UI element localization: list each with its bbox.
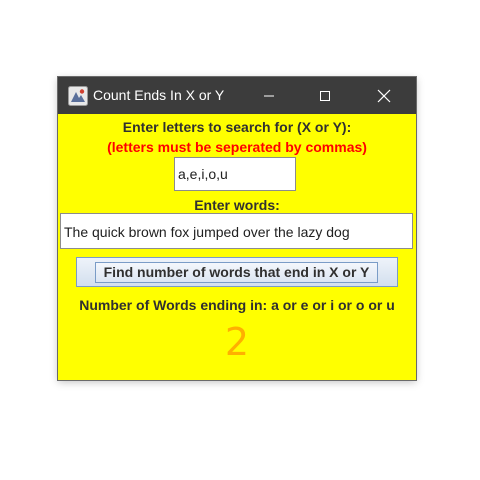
title-bar[interactable]: Count Ends In X or Y xyxy=(58,77,416,114)
letters-input[interactable]: a,e,i,o,u xyxy=(174,157,296,191)
letters-note-label: (letters must be seperated by commas) xyxy=(107,139,367,155)
app-window: Count Ends In X or Y Enter letters to se… xyxy=(58,77,416,380)
find-button[interactable]: Find number of words that end in X or Y xyxy=(76,257,398,287)
minimize-icon xyxy=(264,95,274,96)
result-label: Number of Words ending in: a or e or i o… xyxy=(79,297,395,313)
close-icon xyxy=(377,89,391,102)
close-button[interactable] xyxy=(361,77,407,114)
letters-prompt-label: Enter letters to search for (X or Y): xyxy=(122,119,352,135)
maximize-button[interactable] xyxy=(302,77,348,114)
minimize-button[interactable] xyxy=(246,77,292,114)
maximize-icon xyxy=(320,90,330,101)
find-button-label: Find number of words that end in X or Y xyxy=(95,262,378,283)
words-prompt-label: Enter words: xyxy=(194,197,280,213)
app-icon xyxy=(68,86,88,106)
window-title: Count Ends In X or Y xyxy=(93,87,225,103)
words-input[interactable]: The quick brown fox jumped over the lazy… xyxy=(60,213,413,249)
content-panel: Enter letters to search for (X or Y): (l… xyxy=(58,114,416,380)
result-count: 2 xyxy=(224,320,250,364)
